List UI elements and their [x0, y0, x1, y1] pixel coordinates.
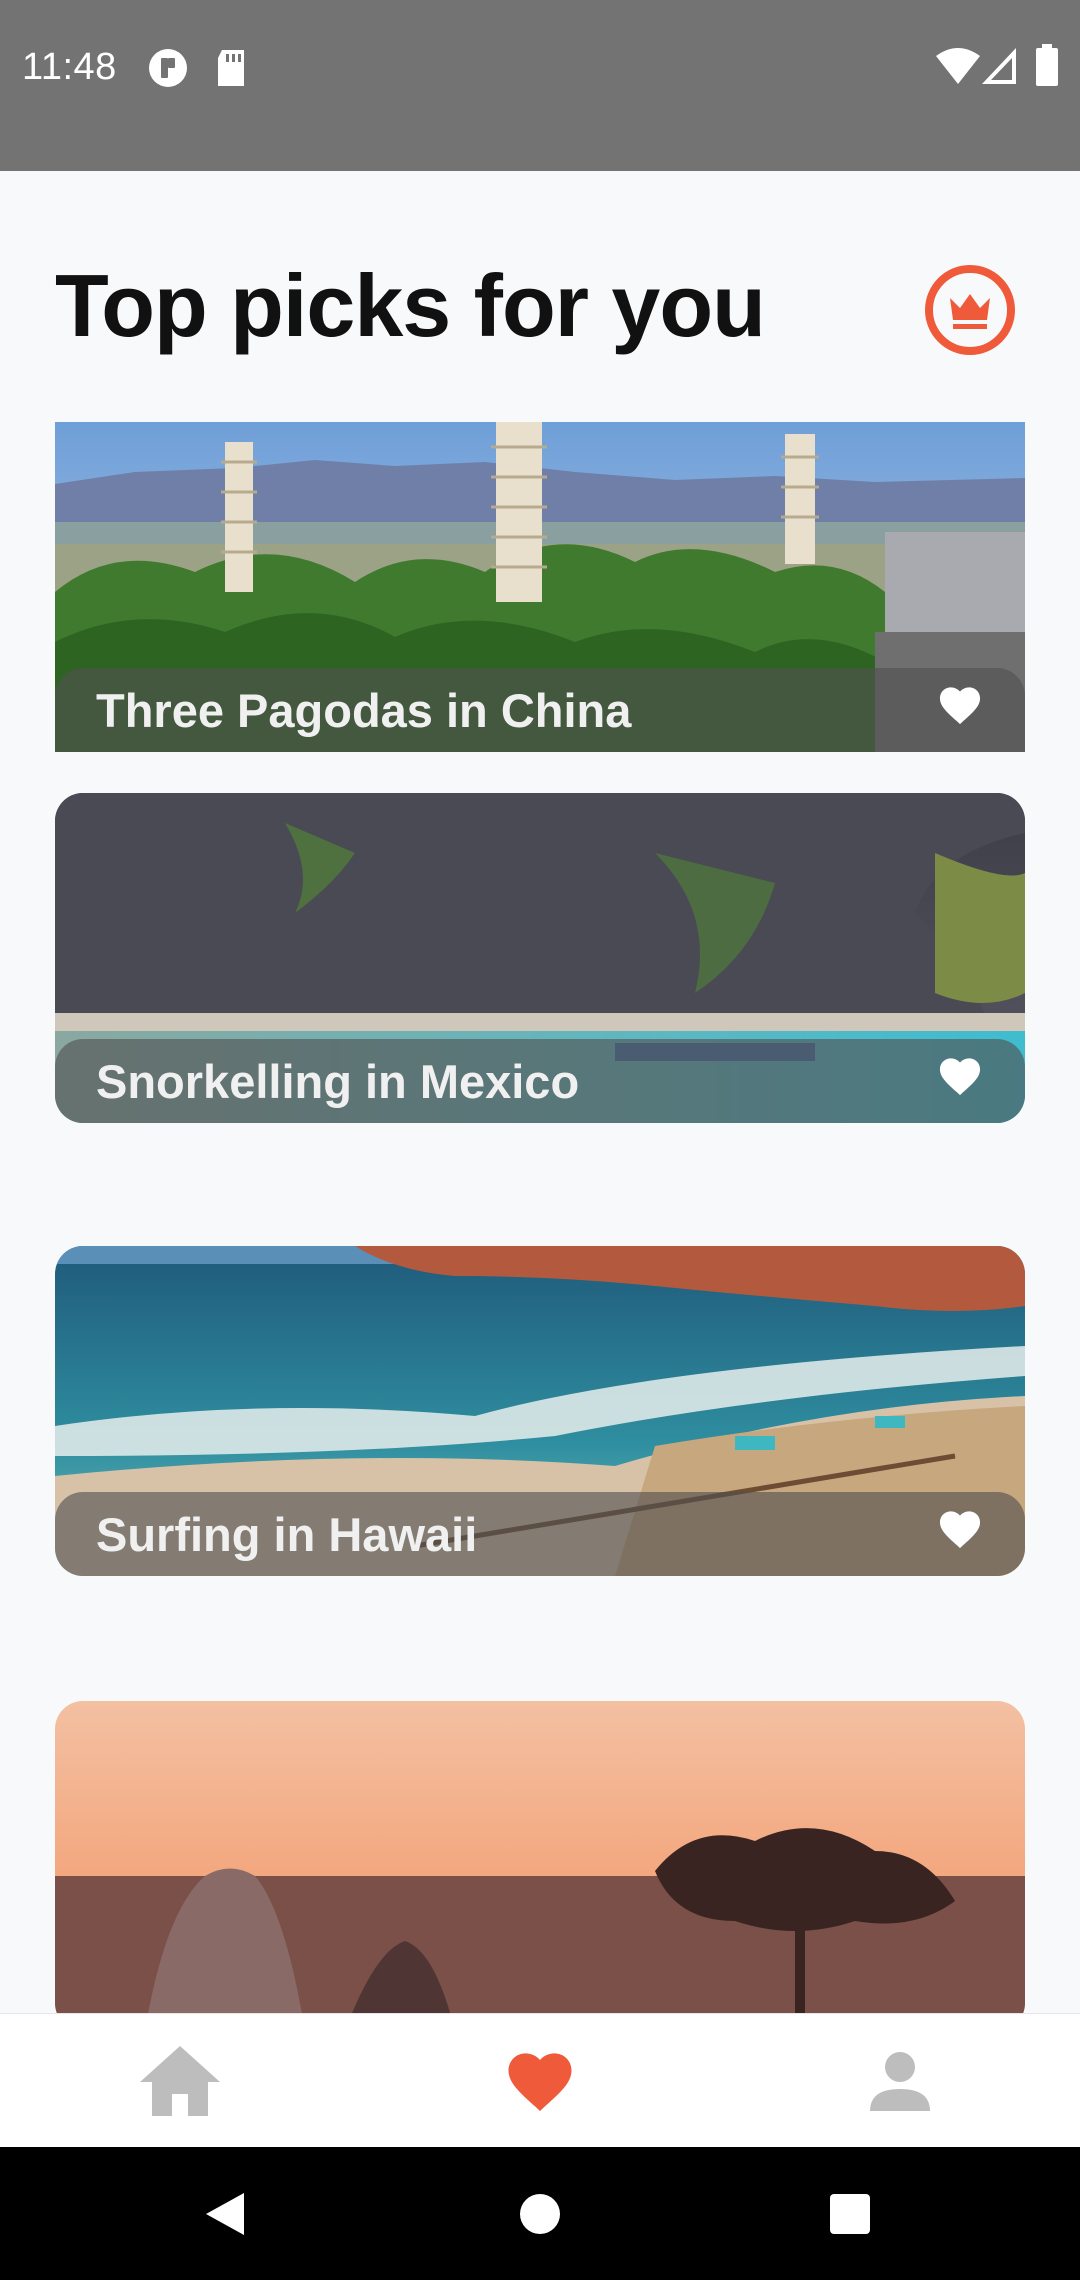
heart-icon[interactable]: [937, 1055, 983, 1097]
card-caption: Surfing in Hawaii: [55, 1492, 1025, 1576]
card-image-sunset: [55, 1701, 1025, 2013]
recents-icon: [830, 2193, 870, 2234]
card-caption: Three Pagodas in China: [55, 668, 1025, 752]
sd-card-icon: [218, 50, 244, 86]
status-time: 11:48: [22, 46, 117, 88]
heart-icon: [508, 2053, 572, 2111]
system-home-button[interactable]: [460, 2147, 620, 2280]
card-title: Snorkelling in Mexico: [96, 1055, 580, 1108]
person-icon: [870, 2052, 930, 2111]
card-title: Surfing in Hawaii: [96, 1508, 478, 1561]
status-bar: 11:48: [0, 0, 1080, 171]
card-surfing-hawaii[interactable]: Surfing in Hawaii: [55, 1246, 1025, 1576]
battery-icon: [1036, 44, 1058, 86]
back-icon: [206, 2192, 244, 2235]
system-nav-bar: [0, 2147, 1080, 2280]
card-three-pagodas[interactable]: Three Pagodas in China: [55, 422, 1025, 752]
card-snorkelling-mexico[interactable]: Snorkelling in Mexico: [55, 793, 1025, 1123]
card-caption: Snorkelling in Mexico: [55, 1039, 1025, 1123]
nav-favorites[interactable]: [450, 2014, 630, 2148]
card-title: Three Pagodas in China: [96, 684, 632, 737]
page-title: Top picks for you: [55, 256, 766, 355]
home-icon: [140, 2046, 220, 2116]
nav-home[interactable]: [90, 2014, 270, 2148]
heart-icon[interactable]: [937, 1508, 983, 1550]
wifi-icon: [936, 48, 980, 84]
heart-icon[interactable]: [937, 684, 983, 726]
bottom-nav: [0, 2013, 1080, 2147]
signal-icon: [982, 48, 1016, 84]
system-back-button[interactable]: [145, 2147, 305, 2280]
nav-profile[interactable]: [810, 2014, 990, 2148]
premium-button[interactable]: [924, 264, 1016, 356]
system-recents-button[interactable]: [770, 2147, 930, 2280]
home-circle-icon: [520, 2193, 560, 2234]
top-picks-list[interactable]: Three Pagodas in China Snorkelling in Me…: [0, 422, 1080, 2013]
notification-badge-icon: [149, 49, 187, 87]
crown-icon: [925, 265, 1015, 355]
card-sunset[interactable]: [55, 1701, 1025, 2013]
